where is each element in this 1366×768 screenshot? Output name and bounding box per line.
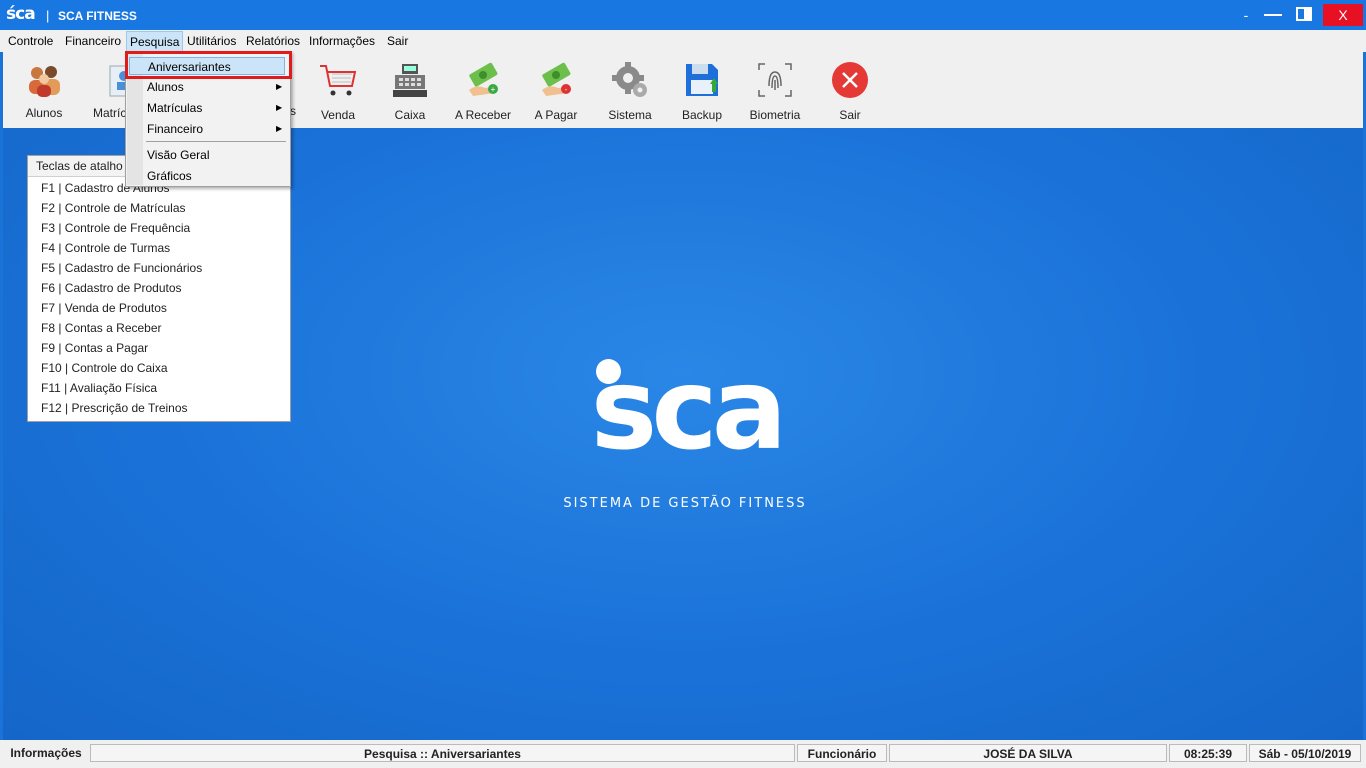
shortcut-item: F3 | Controle de Frequência (41, 221, 191, 235)
tool-label: Sair (839, 108, 861, 122)
menu-bar: Controle Financeiro Pesquisa Utilitários… (0, 30, 1366, 52)
submenu-arrow-icon: ▶ (276, 124, 283, 133)
menu-utilitarios[interactable]: Utilitários (187, 34, 236, 48)
tool-biometria[interactable]: Biometria (740, 60, 810, 122)
app-logo: śca (6, 4, 36, 24)
tool-label: Venda (320, 108, 356, 122)
minimize-icon (1264, 14, 1282, 16)
shortcut-item: F10 | Controle do Caixa (41, 361, 168, 375)
dropdown-separator (146, 141, 286, 142)
tool-alunos[interactable]: Alunos (9, 60, 79, 120)
tool-sair[interactable]: Sair (815, 60, 885, 122)
tool-label: Alunos (25, 106, 63, 120)
center-logo: sca (590, 345, 788, 475)
logo-subtitle: SISTEMA DE GESTÃO FITNESS (563, 496, 807, 511)
status-time: 08:25:39 (1169, 744, 1247, 762)
tool-backup[interactable]: Backup (667, 60, 737, 122)
dropdown-item-matriculas[interactable]: Matrículas (147, 101, 202, 115)
dropdown-item-graficos[interactable]: Gráficos (147, 169, 192, 183)
shortcut-item: F5 | Cadastro de Funcionários (41, 261, 203, 275)
students-icon (24, 60, 64, 100)
shortcut-item: F11 | Avaliação Física (41, 381, 158, 395)
close-button[interactable]: X (1323, 4, 1363, 26)
status-bar: Informações Pesquisa :: Aniversariantes … (0, 740, 1366, 768)
title-separator: | (46, 8, 50, 23)
tool-label: Caixa (394, 108, 426, 122)
menu-relatorios[interactable]: Relatórios (246, 34, 300, 48)
shortcut-item: F7 | Venda de Produtos (41, 301, 167, 315)
shortcut-item: F12 | Prescrição de Treinos (41, 401, 188, 415)
shortcuts-panel: Teclas de atalho F1 | Cadastro de Alunos… (27, 155, 291, 422)
gear-icon (610, 60, 650, 100)
tool-a-receber[interactable]: + A Receber (448, 60, 518, 122)
tool-label: A Pagar (534, 108, 578, 122)
window-title: SCA FITNESS (58, 9, 137, 23)
minimize-button[interactable] (1262, 4, 1284, 26)
cart-icon (318, 60, 358, 100)
svg-text:+: + (491, 85, 496, 94)
shortcut-item: F2 | Controle de Matrículas (41, 201, 186, 215)
status-action: Pesquisa :: Aniversariantes (90, 744, 795, 762)
fingerprint-icon (755, 60, 795, 100)
menu-financeiro[interactable]: Financeiro (65, 34, 121, 48)
shortcut-item: F9 | Contas a Pagar (41, 341, 149, 355)
tool-a-pagar[interactable]: - A Pagar (521, 60, 591, 122)
status-role: Funcionário (797, 744, 887, 762)
tool-label: Backup (681, 108, 723, 122)
money-pay-icon: - (536, 60, 576, 100)
minimize-small-button[interactable]: - (1238, 4, 1254, 26)
submenu-arrow-icon: ▶ (276, 82, 283, 91)
menu-sair[interactable]: Sair (387, 34, 408, 48)
menu-pesquisa[interactable]: Pesquisa (126, 31, 184, 52)
cash-register-icon (390, 60, 430, 100)
menu-controle[interactable]: Controle (8, 34, 53, 48)
tool-label: Sistema (608, 108, 652, 122)
maximize-button[interactable] (1294, 4, 1316, 26)
menu-informacoes[interactable]: Informações (309, 34, 375, 48)
exit-icon (830, 60, 870, 100)
status-date: Sáb - 05/10/2019 (1249, 744, 1361, 762)
restore-icon (1296, 7, 1312, 21)
tool-venda[interactable]: Venda (303, 60, 373, 122)
tool-caixa[interactable]: Caixa (375, 60, 445, 122)
svg-text:-: - (565, 85, 568, 94)
dropdown-item-visao-geral[interactable]: Visão Geral (147, 148, 209, 162)
submenu-arrow-icon: ▶ (276, 103, 283, 112)
highlight-box (125, 51, 292, 79)
shortcut-item: F8 | Contas a Receber (41, 321, 162, 335)
tool-label: A Receber (454, 108, 512, 122)
shortcut-item: F4 | Controle de Turmas (41, 241, 171, 255)
shortcut-item: F6 | Cadastro de Produtos (41, 281, 182, 295)
floppy-disk-icon (682, 60, 722, 100)
tool-sistema[interactable]: Sistema (595, 60, 665, 122)
dropdown-item-alunos[interactable]: Alunos (147, 80, 184, 94)
money-receive-icon: + (463, 60, 503, 100)
dropdown-item-financeiro[interactable]: Financeiro (147, 122, 203, 136)
status-info-label: Informações (10, 746, 82, 760)
status-user: JOSÉ DA SILVA (889, 744, 1167, 762)
title-bar: śca | SCA FITNESS - X (0, 0, 1366, 30)
tool-label: Biometria (749, 108, 801, 122)
